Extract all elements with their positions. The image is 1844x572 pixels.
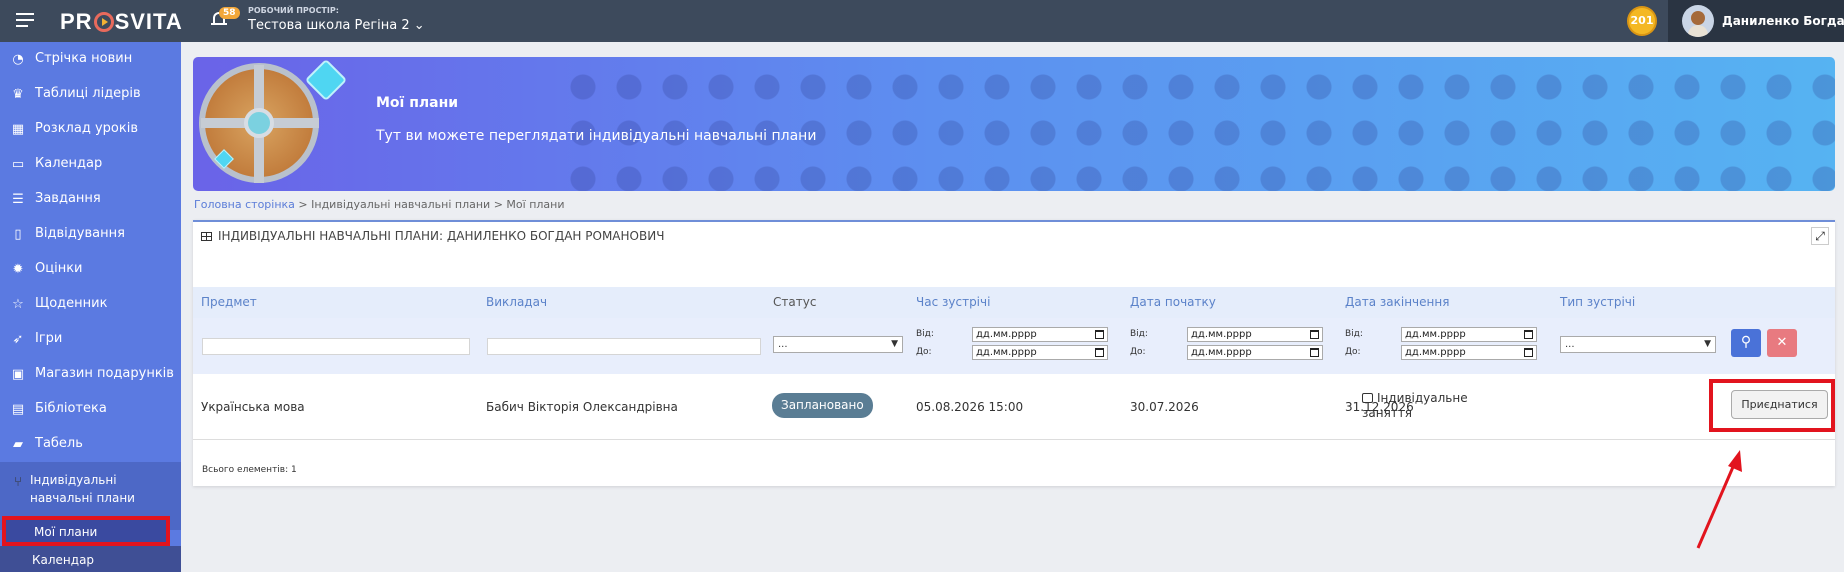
notifications-badge: 58 (219, 7, 240, 19)
breadcrumb: Головна сторінка > Індивідуальні навчаль… (194, 198, 565, 211)
sidebar: ◔ Стрічка новин ♛ Таблиці лідерів ▦ Розклад… (0, 42, 181, 572)
page-banner: Мої плани Тут ви можете переглядати інди… (193, 57, 1835, 191)
calendar-icon: ▭ (11, 157, 25, 172)
column-header-teacher[interactable]: Викладач (486, 295, 547, 309)
sidebar-item-calendar[interactable]: ▭ Календар (0, 147, 181, 182)
sidebar-item-leaderboards[interactable]: ♛ Таблиці лідерів (0, 77, 181, 112)
book-icon: ▤ (11, 402, 25, 417)
sidebar-item-library[interactable]: ▤ Бібліотека (0, 392, 181, 427)
sidebar-group-label-line2: навчальні плани (30, 491, 135, 505)
sidebar-group-label-line1: Індивідуальні (30, 473, 117, 487)
calendar-icon (1095, 330, 1104, 339)
gift-icon: ▣ (11, 367, 25, 382)
sidebar-item-schedule[interactable]: ▦ Розклад уроків (0, 112, 181, 147)
breadcrumb-section: Індивідуальні навчальні плани (311, 198, 491, 211)
cell-start-date: 30.07.2026 (1130, 400, 1199, 414)
search-icon: ⚲ (1740, 334, 1752, 350)
plans-panel: ІНДИВІДУАЛЬНІ НАВЧАЛЬНІ ПЛАНИ: ДАНИЛЕНКО… (193, 220, 1835, 486)
sidebar-subitem-my-plans[interactable]: Мої плани (2, 516, 170, 546)
annotation-arrow (1696, 450, 1742, 549)
rss-icon: ◔ (12, 52, 24, 67)
sidebar-item-games[interactable]: ➶ Ігри (0, 322, 181, 357)
column-header-end-date[interactable]: Дата закінчення (1345, 295, 1449, 309)
table-icon (201, 232, 212, 241)
meeting-time-to-input[interactable]: дд.мм.рррр (972, 345, 1108, 360)
sidebar-item-news[interactable]: ◔ Стрічка новин (0, 42, 181, 77)
sidebar-subitem-calendar[interactable]: Календар (0, 546, 181, 572)
column-header-meeting-type[interactable]: Тип зустрічі (1560, 295, 1635, 309)
cell-meeting-time: 05.08.2026 15:00 (916, 400, 1024, 414)
calendar-icon (1310, 330, 1319, 339)
gear-icon: ✹ (12, 262, 24, 277)
end-date-to-input[interactable]: дд.мм.рррр (1401, 345, 1537, 360)
calendar-icon (1524, 330, 1533, 339)
coins-badge: 201 (1627, 6, 1657, 36)
page-subtitle: Тут ви можете переглядати індивідуальні … (376, 128, 817, 144)
schedule-icon: ▦ (11, 122, 25, 137)
total-count: Всього елементів: 1 (202, 465, 297, 475)
cell-teacher: Бабич Вікторія Олександрівна (486, 400, 678, 414)
sidebar-item-gradebook[interactable]: ▰ Табель (0, 427, 181, 462)
chevron-down-icon: ⌄ (413, 18, 425, 33)
calendar-icon (1095, 348, 1104, 357)
rocket-icon: ➶ (12, 332, 24, 347)
app-logo[interactable]: PR SVITA (60, 9, 183, 35)
start-date-from-input[interactable]: дд.мм.рррр (1187, 327, 1323, 342)
panel-header: ІНДИВІДУАЛЬНІ НАВЧАЛЬНІ ПЛАНИ: ДАНИЛЕНКО… (201, 229, 664, 243)
chevron-down-icon: ▼ (891, 339, 898, 349)
status-badge: Заплановано (772, 393, 873, 418)
branch-icon: ⑂ (14, 475, 22, 490)
breadcrumb-home-link[interactable]: Головна сторінка (194, 198, 295, 211)
sidebar-item-tasks[interactable]: ☰ Завдання (0, 182, 181, 217)
close-icon: ✕ (1776, 335, 1788, 350)
cell-subject: Українська мова (201, 400, 305, 414)
filter-row: ... ▼ Від: дд.мм.рррр До: дд.мм.рррр Від:… (193, 318, 1835, 374)
highlight-box (1709, 379, 1835, 432)
shield-icon (199, 63, 319, 183)
page-title: Мої плани (376, 95, 459, 111)
panel-title: ІНДИВІДУАЛЬНІ НАВЧАЛЬНІ ПЛАНИ: ДАНИЛЕНКО… (218, 229, 665, 243)
calendar-icon (1524, 348, 1533, 357)
fullscreen-icon[interactable]: ⤢ (1811, 227, 1829, 245)
end-date-from-input[interactable]: дд.мм.рррр (1401, 327, 1537, 342)
status-filter-select[interactable]: ... ▼ (773, 336, 903, 353)
workspace-name: Тестова школа Регіна 2 (248, 18, 410, 33)
table-header: Предмет Викладач Статус Час зустрічі Дат… (193, 287, 1835, 318)
breadcrumb-current: Мої плани (506, 198, 565, 211)
search-button[interactable]: ⚲ (1731, 329, 1761, 357)
folder-icon: ▰ (13, 437, 23, 452)
banner-pattern (553, 57, 1835, 191)
monitor-icon (1362, 393, 1373, 403)
user-name: Даниленко Богдан (1722, 14, 1844, 28)
clear-filters-button[interactable]: ✕ (1767, 329, 1797, 357)
chevron-down-icon: ▼ (1704, 339, 1711, 349)
column-header-status: Статус (773, 295, 817, 309)
meeting-type-filter-select[interactable]: ... ▼ (1560, 336, 1716, 353)
star-icon: ☆ (12, 297, 24, 312)
sidebar-item-diary[interactable]: ☆ Щоденник (0, 287, 181, 322)
teacher-filter-input[interactable] (487, 338, 761, 355)
sidebar-item-attendance[interactable]: ▯ Відвідування (0, 217, 181, 252)
column-header-subject[interactable]: Предмет (201, 295, 257, 309)
avatar (1682, 5, 1714, 37)
workspace-label: РОБОЧИЙ ПРОСТІР: (248, 6, 339, 15)
subject-filter-input[interactable] (202, 338, 470, 355)
user-menu[interactable]: Даниленко Богдан ⌄ (1668, 0, 1844, 42)
workspace-switcher[interactable]: Тестова школа Регіна 2 ⌄ (248, 18, 425, 33)
sidebar-item-gift-shop[interactable]: ▣ Магазин подарунків (0, 357, 181, 392)
table-row: Українська мова Бабич Вікторія Олександр… (193, 374, 1835, 440)
document-icon: ▯ (14, 227, 22, 242)
cell-meeting-type: Індивідуальне заняття (1362, 391, 1468, 420)
menu-icon[interactable] (16, 13, 34, 31)
column-header-meeting-time[interactable]: Час зустрічі (916, 295, 990, 309)
meeting-time-from-input[interactable]: дд.мм.рррр (972, 327, 1108, 342)
start-date-to-input[interactable]: дд.мм.рррр (1187, 345, 1323, 360)
column-header-start-date[interactable]: Дата початку (1130, 295, 1216, 309)
trophy-icon: ♛ (12, 87, 24, 102)
tasks-icon: ☰ (12, 192, 24, 207)
top-bar: PR SVITA 58 РОБОЧИЙ ПРОСТІР: Тестова школ… (0, 0, 1844, 42)
sidebar-item-grades[interactable]: ✹ Оцінки (0, 252, 181, 287)
calendar-icon (1310, 348, 1319, 357)
